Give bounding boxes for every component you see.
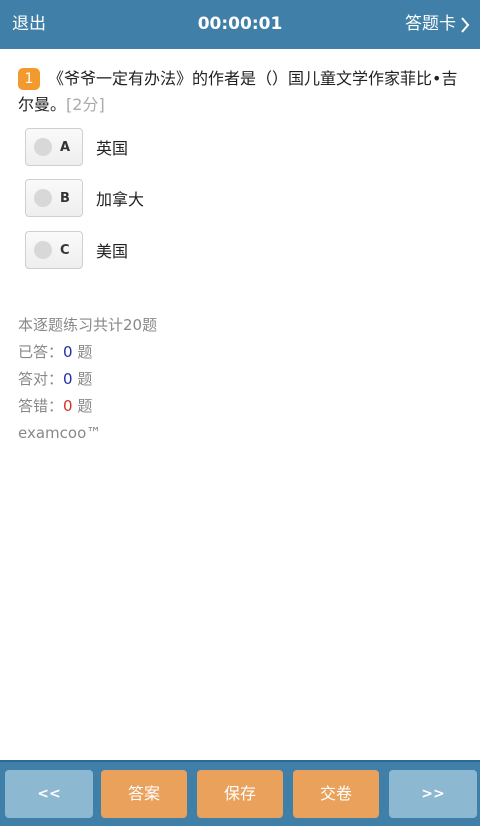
- question: 1 《爷爷一定有办法》的作者是（）国儿童文学作家菲比•吉尔曼。[2分]: [18, 66, 468, 118]
- option-b[interactable]: B 加拿大: [25, 178, 465, 218]
- radio-icon: [34, 241, 52, 259]
- bottom-toolbar: << 答案 保存 交卷 >>: [0, 760, 480, 826]
- total-questions: 本逐题练习共计20题: [18, 316, 158, 334]
- top-bar: 退出 00:00:01 答题卡: [0, 0, 480, 49]
- option-c[interactable]: C 美国: [25, 230, 465, 270]
- question-number-badge: 1: [18, 68, 40, 90]
- save-button[interactable]: 保存: [197, 770, 283, 818]
- answer-card-button[interactable]: 答题卡: [405, 0, 470, 49]
- option-letter: C: [60, 242, 70, 258]
- wrong-count-row: 答错：0 题: [18, 397, 93, 415]
- question-score: [2分]: [66, 95, 105, 114]
- radio-icon: [34, 189, 52, 207]
- radio-icon: [34, 138, 52, 156]
- wrong-count: 0: [63, 397, 73, 415]
- answered-count-row: 已答：0 题: [18, 343, 93, 361]
- brand-label: examcoo™: [18, 424, 102, 442]
- chevron-right-icon: [461, 16, 470, 33]
- option-letter: B: [60, 190, 70, 206]
- correct-count: 0: [63, 370, 73, 388]
- option-c-selector[interactable]: C: [25, 231, 83, 269]
- exit-button[interactable]: 退出: [12, 0, 46, 49]
- answer-button[interactable]: 答案: [101, 770, 187, 818]
- answer-card-label: 答题卡: [405, 14, 456, 34]
- next-button[interactable]: >>: [389, 770, 477, 818]
- practice-stats: 本逐题练习共计20题 已答：0 题 答对：0 题 答错：0 题 examcoo™: [18, 312, 157, 447]
- option-letter: A: [60, 139, 71, 155]
- answered-count: 0: [63, 343, 73, 361]
- option-text: 加拿大: [96, 190, 145, 209]
- prev-button[interactable]: <<: [5, 770, 93, 818]
- option-text: 美国: [96, 242, 129, 261]
- option-a-selector[interactable]: A: [25, 128, 83, 166]
- correct-count-row: 答对：0 题: [18, 370, 93, 388]
- option-b-selector[interactable]: B: [25, 179, 83, 217]
- option-a[interactable]: A 英国: [25, 127, 465, 167]
- option-text: 英国: [96, 139, 129, 158]
- submit-button[interactable]: 交卷: [293, 770, 379, 818]
